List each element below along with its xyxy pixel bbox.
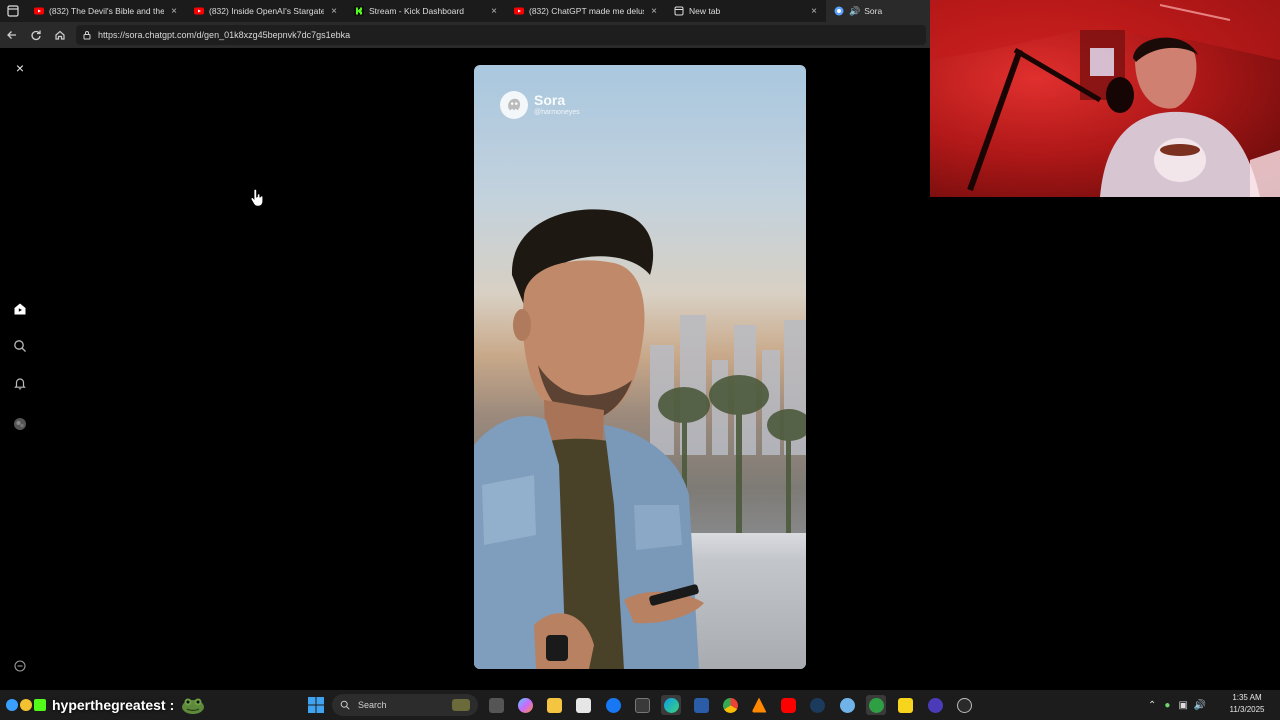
browser-toolbar: https://sora.chatgpt.com/d/gen_01k8xzg45… bbox=[0, 22, 930, 48]
kick-badge-icon bbox=[34, 699, 46, 711]
youtube-icon[interactable] bbox=[778, 695, 798, 715]
vlc-icon[interactable] bbox=[749, 695, 769, 715]
xbox-icon[interactable] bbox=[866, 695, 886, 715]
kick-icon bbox=[354, 6, 364, 16]
close-tab-icon[interactable]: × bbox=[488, 6, 500, 17]
windows-start-icon[interactable] bbox=[306, 695, 326, 715]
chevron-up-icon[interactable]: ⌃ bbox=[1148, 700, 1156, 711]
new-tab-icon bbox=[674, 6, 684, 16]
clock-date: 11/3/2025 bbox=[1229, 705, 1265, 714]
obs-icon[interactable] bbox=[925, 695, 945, 715]
bits-badge-icon bbox=[20, 699, 32, 711]
speaker-icon[interactable]: 🔊 bbox=[849, 6, 860, 17]
person-in-denim-jacket bbox=[474, 209, 704, 669]
frog-emote-icon bbox=[182, 698, 205, 714]
tab-kick-dashboard[interactable]: Stream - Kick Dashboard × bbox=[346, 0, 506, 22]
close-tab-icon[interactable]: × bbox=[648, 6, 660, 17]
taskbar-search-placeholder: Search bbox=[358, 700, 387, 710]
sora-watermark: Sora @harmoneyes bbox=[500, 91, 580, 119]
chat-username: hyperthegreatest bbox=[52, 697, 166, 713]
home-icon[interactable] bbox=[11, 300, 29, 318]
tab-label: (832) Inside OpenAI's Stargate M… bbox=[209, 6, 324, 16]
screen: (832) The Devil's Bible and the N… × (83… bbox=[0, 0, 1280, 720]
close-tab-icon[interactable]: × bbox=[168, 6, 180, 17]
browser-tab-strip: (832) The Devil's Bible and the N… × (83… bbox=[0, 0, 930, 22]
settings-icon[interactable] bbox=[837, 695, 857, 715]
search-icon bbox=[340, 700, 350, 710]
hand-cursor-icon bbox=[250, 189, 264, 207]
sora-icon bbox=[834, 6, 844, 16]
store-icon[interactable] bbox=[573, 695, 593, 715]
watermark-handle: @harmoneyes bbox=[534, 109, 580, 116]
microphone-icon[interactable]: ● bbox=[1164, 700, 1170, 711]
url-text: https://sora.chatgpt.com/d/gen_01k8xzg45… bbox=[98, 30, 351, 40]
system-tray: ⌃ ● ▣ 🔊 bbox=[1148, 692, 1212, 718]
window-menu-icon[interactable] bbox=[0, 0, 26, 22]
minus-circle-icon[interactable] bbox=[11, 657, 29, 675]
avatar-icon[interactable] bbox=[11, 415, 29, 433]
search-highlight-icon bbox=[452, 699, 470, 711]
tab-new-tab[interactable]: New tab × bbox=[666, 0, 826, 22]
speaker-icon[interactable]: 🔊 bbox=[1194, 700, 1206, 711]
calculator-icon[interactable] bbox=[691, 695, 711, 715]
close-tab-icon[interactable]: × bbox=[328, 6, 340, 17]
tab-label: Stream - Kick Dashboard bbox=[369, 6, 464, 16]
tab-devils-bible[interactable]: (832) The Devil's Bible and the N… × bbox=[26, 0, 186, 22]
globe-badge-icon bbox=[6, 699, 18, 711]
chat-separator: : bbox=[169, 697, 175, 713]
tab-label: (832) The Devil's Bible and the N… bbox=[49, 6, 164, 16]
close-tab-icon[interactable]: × bbox=[808, 6, 820, 17]
lock-icon[interactable] bbox=[82, 30, 92, 40]
tab-label: (832) ChatGPT made me delusion… bbox=[529, 6, 644, 16]
bell-icon[interactable] bbox=[11, 374, 29, 392]
close-viewer-button[interactable]: × bbox=[12, 60, 28, 76]
task-view-icon[interactable] bbox=[486, 695, 506, 715]
sticky-notes-icon[interactable] bbox=[895, 695, 915, 715]
search-icon[interactable] bbox=[11, 337, 29, 355]
display-icon[interactable]: ▣ bbox=[1178, 700, 1187, 711]
tab-label: Sora bbox=[864, 6, 883, 16]
watermark-title: Sora bbox=[534, 92, 566, 108]
reload-icon[interactable] bbox=[24, 22, 48, 48]
chrome-icon[interactable] bbox=[720, 695, 740, 715]
chat-badges bbox=[6, 699, 48, 711]
amazon-icon[interactable] bbox=[632, 695, 652, 715]
stream-chat-overlay: hyperthegreatest : bbox=[0, 692, 206, 718]
address-bar[interactable]: https://sora.chatgpt.com/d/gen_01k8xzg45… bbox=[76, 25, 926, 45]
back-arrow-icon[interactable] bbox=[0, 22, 24, 48]
tab-label: New tab bbox=[689, 6, 721, 16]
taskbar-clock[interactable]: 1:35 AM 11/3/2025 bbox=[1222, 692, 1272, 716]
sora-logo-icon bbox=[500, 91, 528, 119]
file-explorer-icon[interactable] bbox=[544, 695, 564, 715]
taskbar-search-box[interactable]: Search bbox=[332, 694, 478, 716]
clipchamp-icon[interactable] bbox=[954, 695, 974, 715]
tab-sora[interactable]: 🔊 Sora bbox=[826, 0, 930, 22]
youtube-icon bbox=[34, 6, 44, 16]
youtube-icon bbox=[514, 6, 524, 16]
edge-icon[interactable] bbox=[661, 695, 681, 715]
youtube-icon bbox=[194, 6, 204, 16]
home-icon[interactable] bbox=[48, 22, 72, 48]
facebook-icon[interactable] bbox=[603, 695, 623, 715]
copilot-icon[interactable] bbox=[515, 695, 535, 715]
streamer-webcam bbox=[930, 0, 1280, 197]
steam-icon[interactable] bbox=[807, 695, 827, 715]
clock-time: 1:35 AM bbox=[1232, 693, 1262, 702]
watermark-text: Sora @harmoneyes bbox=[534, 93, 580, 117]
generated-video[interactable]: Sora @harmoneyes bbox=[474, 65, 806, 669]
tab-stargate[interactable]: (832) Inside OpenAI's Stargate M… × bbox=[186, 0, 346, 22]
tab-chatgpt-delusion[interactable]: (832) ChatGPT made me delusion… × bbox=[506, 0, 666, 22]
